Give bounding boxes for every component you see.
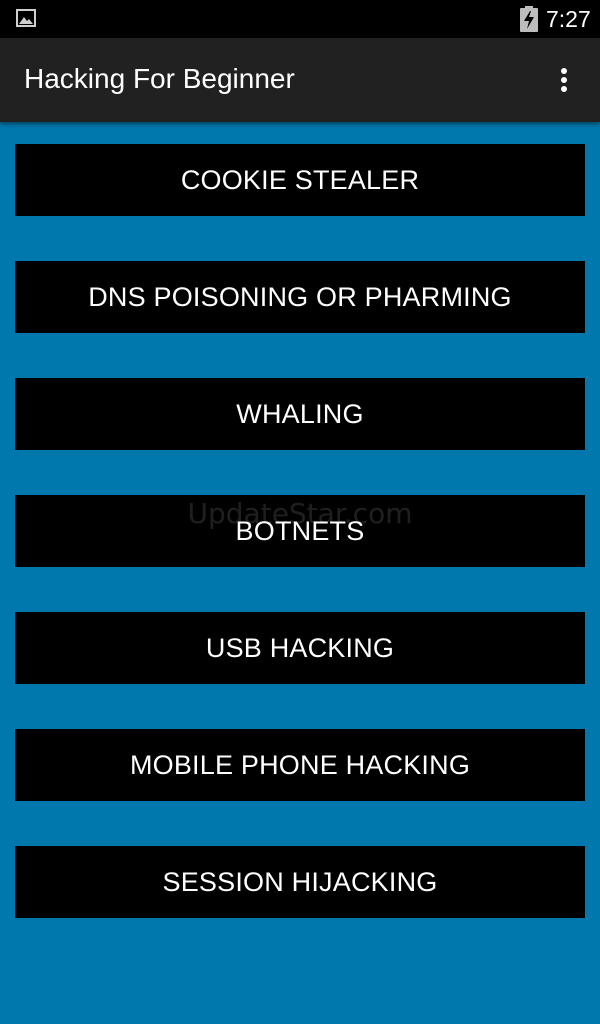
- mobile-phone-hacking-button[interactable]: MOBILE PHONE HACKING: [15, 729, 585, 801]
- battery-charging-icon: [520, 6, 538, 32]
- status-bar: 7:27: [0, 0, 600, 38]
- dns-poisoning-button[interactable]: DNS POISONING OR PHARMING: [15, 261, 585, 333]
- overflow-dot: [561, 86, 567, 92]
- more-vert-icon[interactable]: [552, 64, 576, 96]
- app-title: Hacking For Beginner: [24, 63, 295, 94]
- usb-hacking-button[interactable]: USB HACKING: [15, 612, 585, 684]
- image-icon: [16, 9, 36, 27]
- overflow-dot: [561, 77, 567, 83]
- overflow-dot: [561, 68, 567, 74]
- cookie-stealer-button[interactable]: COOKIE STEALER: [15, 144, 585, 216]
- menu-list: COOKIE STEALER DNS POISONING OR PHARMING…: [15, 144, 585, 963]
- session-hijacking-button[interactable]: SESSION HIJACKING: [15, 846, 585, 918]
- status-clock: 7:27: [546, 6, 591, 32]
- botnets-button[interactable]: BOTNETS: [15, 495, 585, 567]
- app-bar: Hacking For Beginner: [0, 38, 600, 122]
- whaling-button[interactable]: WHALING: [15, 378, 585, 450]
